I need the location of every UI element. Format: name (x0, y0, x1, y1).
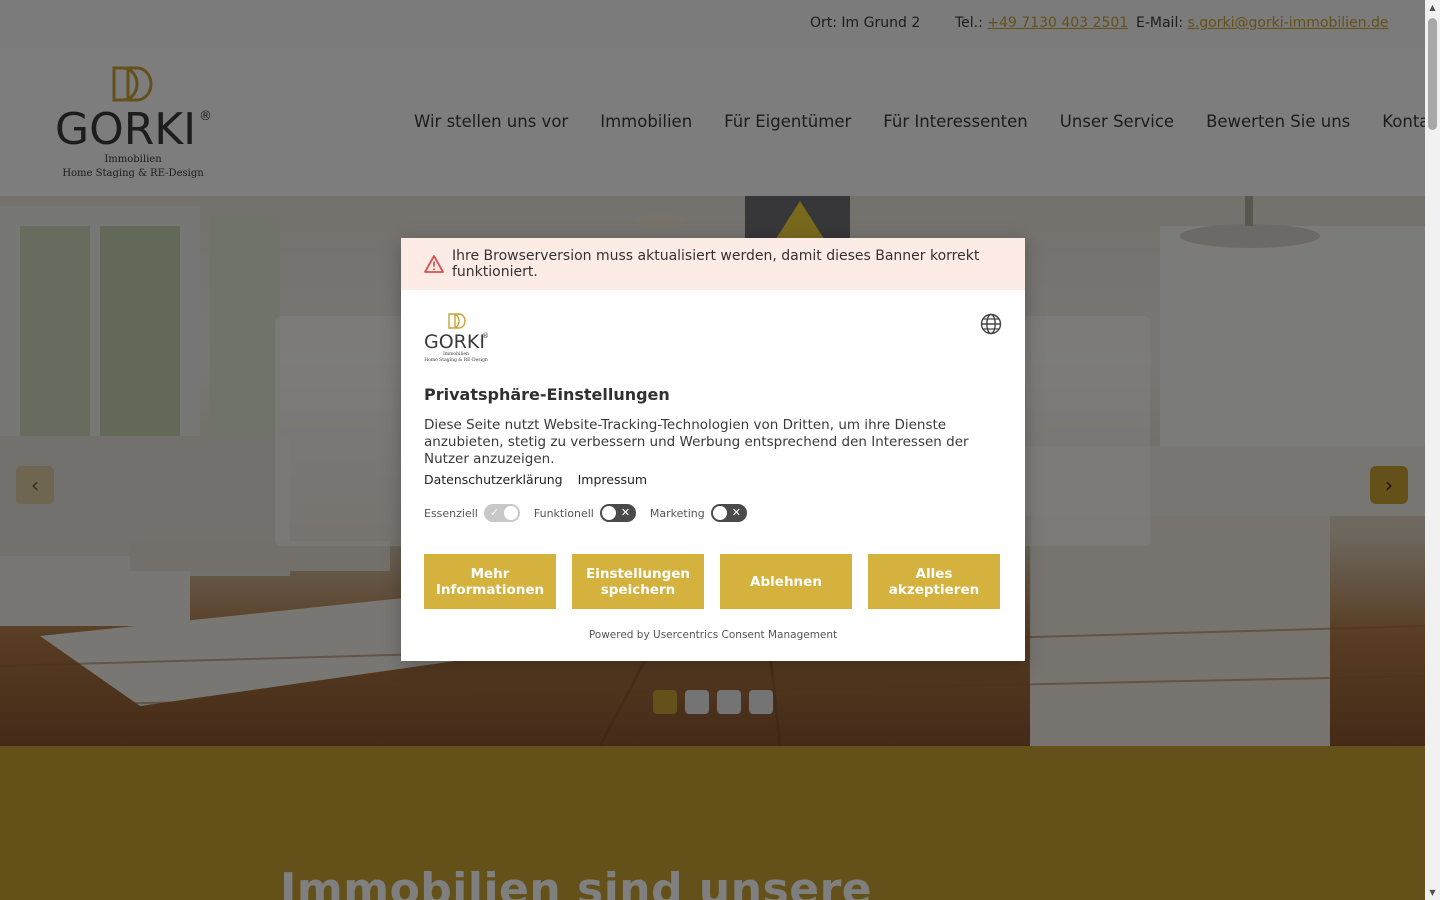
consent-links: Datenschutzerklärung Impressum (424, 472, 647, 487)
consent-dialog: Ihre Browserversion muss aktualisiert we… (401, 238, 1025, 661)
toggle-marketing[interactable]: ✕ (710, 504, 747, 522)
page-scrollbar[interactable]: ▲ ▼ (1425, 0, 1440, 900)
save-settings-button[interactable]: Einstellungen speichern (572, 554, 704, 609)
accept-all-button[interactable]: Alles akzeptieren (868, 554, 1000, 609)
toggle-knob (601, 506, 616, 520)
consent-logo-brand: GORKI (424, 331, 485, 353)
privacy-policy-link[interactable]: Datenschutzerklärung (424, 472, 563, 487)
scrollbar-thumb[interactable] (1428, 18, 1437, 130)
consent-logo-registered: ® (482, 332, 489, 340)
warning-triangle-icon (424, 255, 444, 273)
imprint-link[interactable]: Impressum (578, 472, 647, 487)
category-toggles: Essenziell ✓ Funktionell ✕ Marketing ✕ (424, 504, 761, 522)
toggle-label-marketing: Marketing (649, 506, 705, 520)
toggle-label-essenziell: Essenziell (424, 506, 478, 520)
globe-icon (980, 313, 1002, 335)
toggle-knob (712, 506, 727, 520)
consent-description: Diese Seite nutzt Website-Tracking-Techn… (424, 417, 969, 467)
close-icon: ✕ (731, 506, 741, 519)
scroll-up-arrow-icon[interactable]: ▲ (1425, 0, 1440, 15)
toggle-knob (503, 506, 518, 520)
powered-by-text: Powered by Usercentrics Consent Manageme… (588, 629, 838, 641)
consent-logo: GORKI ® Immobilien Home Staging & RE-Des… (424, 313, 490, 363)
deny-button[interactable]: Ablehnen (720, 554, 852, 609)
check-icon: ✓ (489, 506, 500, 519)
toggle-essenziell: ✓ (483, 504, 520, 522)
page: Ort: Im Grund 2 Tel.: +49 7130 403 2501 … (0, 0, 1425, 900)
language-button[interactable] (980, 313, 1002, 335)
consent-title: Privatsphäre-Einstellungen (424, 385, 670, 404)
toggle-label-funktionell: Funktionell (533, 506, 594, 520)
more-info-button[interactable]: Mehr Informationen (424, 554, 556, 609)
close-icon: ✕ (620, 506, 631, 519)
consent-logo-line2: Home Staging & RE-Design (424, 357, 488, 363)
browser-warning-text: Ihre Browserversion muss aktualisiert we… (452, 248, 980, 280)
consent-logo-line1: Immobilien (443, 351, 469, 357)
browser-warning: Ihre Browserversion muss aktualisiert we… (401, 238, 1025, 290)
toggle-funktionell[interactable]: ✕ (599, 504, 636, 522)
scroll-down-arrow-icon[interactable]: ▼ (1425, 885, 1440, 900)
consent-actions: Mehr Informationen Einstellungen speiche… (424, 554, 1000, 609)
